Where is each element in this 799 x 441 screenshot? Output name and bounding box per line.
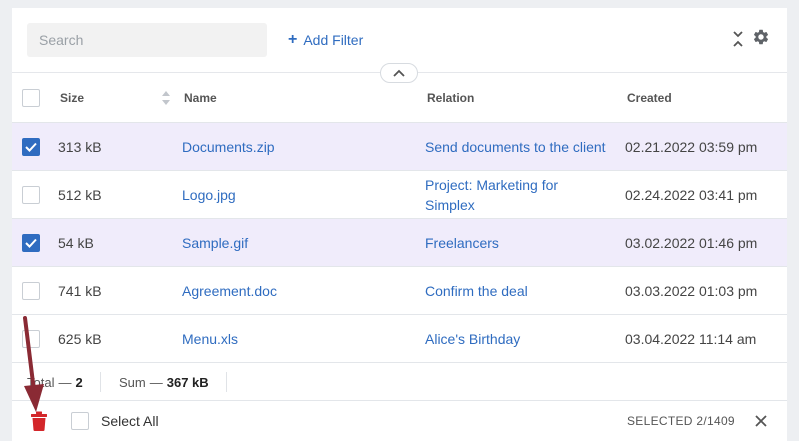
row-relation[interactable]: Alice's Birthday <box>425 315 610 363</box>
table-row[interactable]: 625 kB Menu.xls Alice's Birthday 03.04.2022… <box>12 315 787 363</box>
divider <box>100 372 101 392</box>
add-filter-label: Add Filter <box>303 32 364 48</box>
row-created: 02.24.2022 03:41 pm <box>625 187 758 203</box>
row-file-name[interactable]: Menu.xls <box>182 315 238 363</box>
row-file-name[interactable]: Logo.jpg <box>182 171 236 219</box>
column-header-name[interactable]: Name <box>184 73 217 123</box>
collapse-toolbar-button[interactable] <box>380 63 418 83</box>
column-header-created[interactable]: Created <box>627 73 672 123</box>
select-all-label[interactable]: Select All <box>101 401 159 441</box>
sum-size: Sum — 367 kB <box>119 374 209 390</box>
totals-bar: Total — 2 Sum — 367 kB <box>12 363 787 401</box>
gear-icon[interactable] <box>752 28 770 46</box>
row-created: 03.02.2022 01:46 pm <box>625 235 758 251</box>
row-checkbox[interactable] <box>22 138 40 156</box>
divider <box>226 372 227 392</box>
row-file-name[interactable]: Documents.zip <box>182 123 275 171</box>
row-checkbox[interactable] <box>22 330 40 348</box>
row-file-name[interactable]: Agreement.doc <box>182 267 277 315</box>
row-created: 02.21.2022 03:59 pm <box>625 139 758 155</box>
chevron-up-icon <box>393 69 405 77</box>
selection-action-bar: Select All SELECTED 2/1409 <box>12 401 787 441</box>
table-row[interactable]: 741 kB Agreement.doc Confirm the deal 03.03… <box>12 267 787 315</box>
row-relation[interactable]: Confirm the deal <box>425 267 610 315</box>
checkmark-icon <box>25 142 37 152</box>
row-checkbox[interactable] <box>22 282 40 300</box>
row-created: 03.03.2022 01:03 pm <box>625 283 758 299</box>
row-size: 512 kB <box>58 187 102 203</box>
trash-icon[interactable] <box>30 411 48 431</box>
table-body: 313 kB Documents.zip Send documents to the… <box>12 123 787 363</box>
files-table: Size Name Relation Created 313 kB Documen… <box>12 73 787 363</box>
sort-icon[interactable] <box>161 89 171 107</box>
table-row[interactable]: 512 kB Logo.jpg Project: Marketing for Sim… <box>12 171 787 219</box>
collapse-icon[interactable] <box>730 30 746 48</box>
table-row[interactable]: 54 kB Sample.gif Freelancers 03.02.2022 01:… <box>12 219 787 267</box>
add-filter-button[interactable]: + Add Filter <box>288 30 363 50</box>
row-size: 741 kB <box>58 283 102 299</box>
plus-icon: + <box>288 31 298 48</box>
row-size: 625 kB <box>58 331 102 347</box>
row-relation[interactable]: Freelancers <box>425 219 610 267</box>
files-panel: + Add Filter Size Name <box>12 8 787 441</box>
table-row[interactable]: 313 kB Documents.zip Send documents to the… <box>12 123 787 171</box>
select-all-checkbox[interactable] <box>71 412 89 430</box>
row-created: 03.04.2022 11:14 am <box>625 331 757 347</box>
row-size: 313 kB <box>58 139 102 155</box>
row-file-name[interactable]: Sample.gif <box>182 219 248 267</box>
row-checkbox[interactable] <box>22 234 40 252</box>
row-checkbox[interactable] <box>22 186 40 204</box>
row-size: 54 kB <box>58 235 94 251</box>
search-input[interactable] <box>27 23 267 57</box>
close-icon[interactable] <box>754 414 768 428</box>
total-count: Total — 2 <box>27 374 83 390</box>
checkmark-icon <box>25 238 37 248</box>
header-select-checkbox[interactable] <box>22 89 40 107</box>
column-header-size[interactable]: Size <box>60 73 84 123</box>
row-relation[interactable]: Send documents to the client <box>425 123 610 171</box>
selected-count: SELECTED 2/1409 <box>627 414 735 428</box>
row-relation[interactable]: Project: Marketing for Simplex <box>425 171 610 219</box>
column-header-relation[interactable]: Relation <box>427 73 474 123</box>
